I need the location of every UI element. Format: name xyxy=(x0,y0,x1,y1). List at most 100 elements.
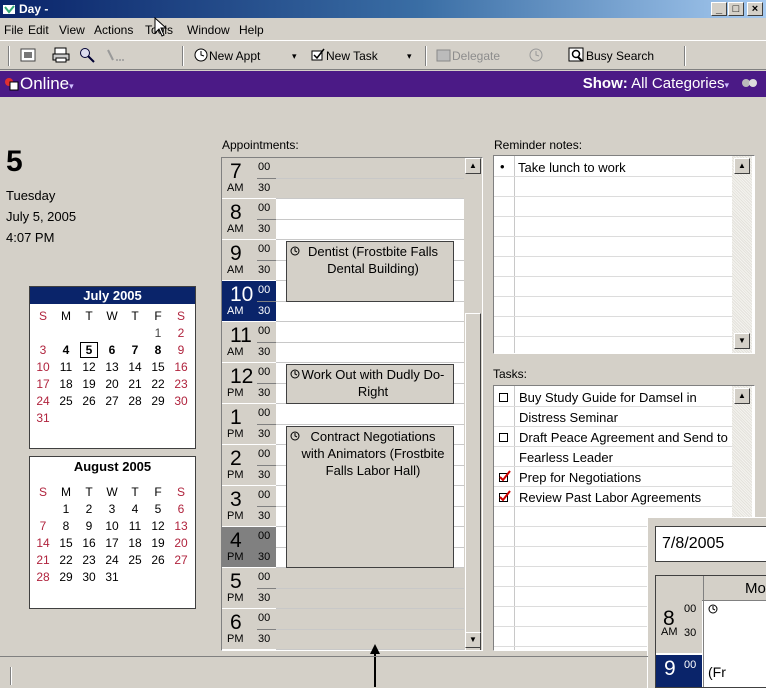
time-row[interactable] xyxy=(276,404,464,425)
time-row[interactable] xyxy=(276,178,464,199)
calendar-day[interactable]: 6 xyxy=(173,502,189,516)
scroll-up-button[interactable]: ▲ xyxy=(734,158,750,174)
calendar-day[interactable]: 21 xyxy=(127,377,143,391)
new-appt-button[interactable]: New Appt xyxy=(193,47,260,65)
calendar-day[interactable]: 31 xyxy=(35,411,51,425)
minimize-button[interactable]: _ xyxy=(711,2,727,16)
calendar-day[interactable]: 27 xyxy=(104,394,120,408)
calendar-day[interactable]: 24 xyxy=(104,553,120,567)
find-icon[interactable] xyxy=(79,47,95,65)
appointment-block[interactable]: Dentist (Frostbite Falls Dental Building… xyxy=(286,241,454,302)
appointment-block[interactable]: Contract Negotiations with Animators (Fr… xyxy=(286,425,454,568)
calendar-day[interactable]: 30 xyxy=(81,570,97,584)
close-button[interactable]: × xyxy=(747,2,763,16)
calendar-day[interactable]: 12 xyxy=(150,519,166,533)
calendar-day[interactable]: 11 xyxy=(58,360,74,374)
hour-slot-10-am[interactable]: 10 AM 00 30 xyxy=(222,281,276,322)
date-field[interactable]: 7/8/2005 xyxy=(655,526,766,562)
calendar-day[interactable]: 6 xyxy=(104,343,120,357)
calendar-day[interactable]: 2 xyxy=(173,326,189,340)
task-item[interactable]: Draft Peace Agreement and Send to Fearle… xyxy=(519,428,731,468)
hour-slot-4-pm[interactable]: 4 PM 00 30 xyxy=(222,527,276,568)
calendar-day[interactable]: 5 xyxy=(80,342,98,358)
calendar-day[interactable]: 30 xyxy=(173,394,189,408)
scroll-up-button[interactable]: ▲ xyxy=(734,388,750,404)
calendar-day[interactable]: 18 xyxy=(58,377,74,391)
calendar-day[interactable]: 13 xyxy=(173,519,189,533)
appointments-scrollbar[interactable]: ▲ ▼ xyxy=(464,158,482,650)
calendar-day[interactable]: 17 xyxy=(35,377,51,391)
task-checkbox-checked[interactable] xyxy=(499,470,511,482)
calendar-day[interactable]: 3 xyxy=(35,343,51,357)
calendar-day[interactable]: 25 xyxy=(58,394,74,408)
menu-window[interactable]: Window xyxy=(187,23,230,37)
calendar-day[interactable]: 11 xyxy=(127,519,143,533)
calendar-day[interactable]: 20 xyxy=(104,377,120,391)
hour-slot-12-pm[interactable]: 12 PM 00 30 xyxy=(222,363,276,404)
time-row[interactable] xyxy=(276,158,464,179)
calendar-day[interactable]: 7 xyxy=(35,519,51,533)
hour-slot-5-pm[interactable]: 5 PM 00 30 xyxy=(222,568,276,609)
calendar-day[interactable]: 25 xyxy=(127,553,143,567)
menu-actions[interactable]: Actions xyxy=(94,23,133,37)
hour-slot-11-am[interactable]: 11 AM 00 30 xyxy=(222,322,276,363)
calendar-day[interactable]: 4 xyxy=(127,502,143,516)
reminder-item[interactable]: Take lunch to work xyxy=(518,160,626,175)
time-row[interactable] xyxy=(276,588,464,609)
calendar-day[interactable]: 1 xyxy=(150,326,166,340)
show-categories-dropdown[interactable]: Show: All Categories▾ xyxy=(583,75,729,92)
print-icon[interactable] xyxy=(52,47,70,65)
time-row[interactable] xyxy=(276,199,464,220)
calendar-day[interactable]: 31 xyxy=(104,570,120,584)
calendar-day[interactable]: 28 xyxy=(127,394,143,408)
new-appt-dropdown-arrow[interactable]: ▾ xyxy=(292,47,297,65)
calendar-day[interactable]: 2 xyxy=(81,502,97,516)
calendar-day[interactable]: 26 xyxy=(150,553,166,567)
menu-view[interactable]: View xyxy=(59,23,85,37)
calendar-day[interactable]: 14 xyxy=(127,360,143,374)
calendar-day[interactable]: 23 xyxy=(173,377,189,391)
hour-slot-2-pm[interactable]: 2 PM 00 30 xyxy=(222,445,276,486)
calendar-day[interactable]: 16 xyxy=(81,536,97,550)
calendar-day[interactable]: 17 xyxy=(104,536,120,550)
hour-slot-7-am[interactable]: 7 AM 00 30 xyxy=(222,158,276,199)
calendar-day[interactable]: 15 xyxy=(150,360,166,374)
calendar-day[interactable]: 23 xyxy=(81,553,97,567)
people-icon[interactable] xyxy=(741,77,759,91)
calendar-day[interactable]: 16 xyxy=(173,360,189,374)
calendar-day[interactable]: 8 xyxy=(58,519,74,533)
calendar-day[interactable]: 18 xyxy=(127,536,143,550)
scroll-down-button[interactable]: ▼ xyxy=(734,333,750,349)
menu-help[interactable]: Help xyxy=(239,23,264,37)
busy-search-button[interactable]: Busy Search xyxy=(568,47,654,65)
calendar-day[interactable]: 12 xyxy=(81,360,97,374)
calendar-day[interactable]: 21 xyxy=(35,553,51,567)
calendar-day[interactable]: 20 xyxy=(173,536,189,550)
calendar-day[interactable]: 13 xyxy=(104,360,120,374)
maximize-button[interactable]: □ xyxy=(728,2,744,16)
calendar-day[interactable]: 22 xyxy=(58,553,74,567)
task-item[interactable]: Review Past Labor Agreements xyxy=(519,488,731,508)
time-row[interactable] xyxy=(276,322,464,343)
hour-slot-1-pm[interactable]: 1 PM 00 30 xyxy=(222,404,276,445)
calendar-day[interactable]: 29 xyxy=(150,394,166,408)
appointment-column[interactable]: Dentist (Frostbite Falls Dental Building… xyxy=(276,158,464,650)
reminder-notes-list[interactable]: • Take lunch to work ▲ ▼ xyxy=(493,155,755,354)
calendar-day[interactable]: 29 xyxy=(58,570,74,584)
calendar-day[interactable]: 22 xyxy=(150,377,166,391)
time-row[interactable] xyxy=(276,568,464,589)
calendar-day[interactable]: 1 xyxy=(58,502,74,516)
task-checkbox[interactable] xyxy=(499,433,508,442)
day-view-icon[interactable] xyxy=(20,47,36,65)
hour-slot-8-am[interactable]: 8 AM 00 30 xyxy=(222,199,276,240)
calendar-day[interactable]: 26 xyxy=(81,394,97,408)
calendar-day[interactable]: 27 xyxy=(173,553,189,567)
menu-edit[interactable]: Edit xyxy=(28,23,49,37)
calendar-day[interactable]: 4 xyxy=(58,343,74,357)
hour-slot-6-pm[interactable]: 6 PM 00 30 xyxy=(222,609,276,650)
task-item[interactable]: Prep for Negotiations xyxy=(519,468,731,488)
task-checkbox[interactable] xyxy=(499,393,508,402)
scroll-up-button[interactable]: ▲ xyxy=(465,158,481,174)
hour-slot-9-am[interactable]: 9 AM 00 30 xyxy=(222,240,276,281)
task-checkbox-checked[interactable] xyxy=(499,490,511,502)
